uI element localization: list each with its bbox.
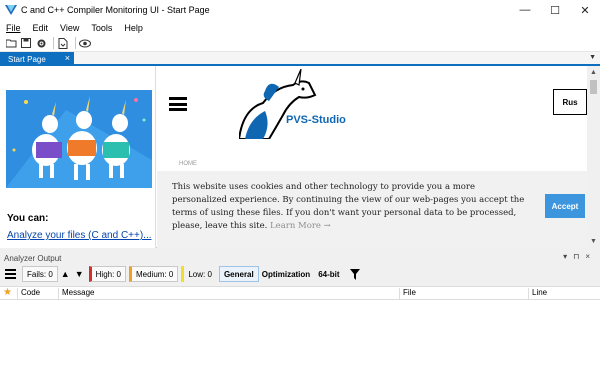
- low-filter-button[interactable]: Low: 0: [181, 266, 216, 282]
- learn-more-link[interactable]: Learn More →: [270, 221, 331, 231]
- menu-bar: File Edit View Tools Help: [0, 20, 600, 35]
- messages-table-body[interactable]: [0, 300, 600, 391]
- high-filter-button[interactable]: High: 0: [88, 266, 126, 282]
- bit64-filter-button[interactable]: 64-bit: [318, 270, 339, 279]
- column-line[interactable]: Line: [528, 288, 547, 300]
- analyzer-output-title: Analyzer Output: [4, 253, 62, 263]
- vertical-scrollbar[interactable]: ▲ ▼: [587, 66, 600, 248]
- favorite-star-icon[interactable]: ★: [0, 287, 12, 299]
- tab-label: Start Page: [8, 54, 46, 64]
- analyze-files-link[interactable]: Analyze your files (C and C++)...: [7, 230, 152, 241]
- column-code[interactable]: Code: [17, 288, 40, 300]
- filter-icon[interactable]: [349, 268, 360, 280]
- arrow-up-icon[interactable]: ▲: [61, 269, 70, 279]
- tab-dropdown-icon[interactable]: ▼: [589, 54, 596, 61]
- tab-start-page[interactable]: Start Page ×: [0, 52, 74, 66]
- medium-filter-button[interactable]: Medium: 0: [129, 266, 179, 282]
- breadcrumb[interactable]: HOME: [179, 161, 197, 167]
- open-document-icon[interactable]: [57, 37, 69, 49]
- panel-controls[interactable]: ▾⊓×: [563, 252, 596, 261]
- scrollbar-thumb[interactable]: [590, 80, 597, 94]
- messages-table-header: ★ Code Message File Line: [0, 286, 600, 300]
- menu-edit[interactable]: Edit: [33, 23, 49, 33]
- view-icon[interactable]: [79, 37, 91, 49]
- you-can-heading: You can:: [7, 213, 49, 224]
- accept-button[interactable]: Accept: [545, 194, 585, 218]
- analyzer-output-header: Analyzer Output ▾⊓×: [0, 252, 600, 264]
- cookie-banner: This website uses cookies and other tech…: [157, 171, 587, 248]
- menu-file[interactable]: File: [6, 23, 21, 33]
- cookie-text: This website uses cookies and other tech…: [172, 182, 525, 231]
- web-view: PVS-Studio Rus HOME This website uses co…: [157, 66, 587, 248]
- window-title: C and C++ Compiler Monitoring UI - Start…: [21, 5, 210, 15]
- minimize-button[interactable]: —: [510, 0, 540, 20]
- close-button[interactable]: ✕: [570, 0, 600, 20]
- save-icon[interactable]: [20, 37, 32, 49]
- arrow-down-icon[interactable]: ▼: [75, 269, 84, 279]
- general-filter-button[interactable]: General: [218, 266, 259, 282]
- scroll-up-icon[interactable]: ▲: [587, 69, 600, 76]
- settings-icon[interactable]: [35, 37, 47, 49]
- brand-name: PVS-Studio: [286, 114, 346, 126]
- column-file[interactable]: File: [399, 288, 416, 300]
- menu-view[interactable]: View: [60, 23, 79, 33]
- toolbar-separator: [75, 37, 76, 49]
- analyzer-toolbar: Fails: 0 ▲ ▼ High: 0 Medium: 0 Low: 0 Ge…: [0, 264, 600, 284]
- start-page-sidebar: You can: Analyze your files (C and C++).…: [0, 66, 156, 248]
- toolbar-separator: [53, 37, 54, 49]
- cookie-message: This website uses cookies and other tech…: [172, 181, 532, 233]
- maximize-button[interactable]: ☐: [540, 0, 570, 20]
- unicorn-mascots-image: [6, 90, 152, 188]
- main-toolbar: [0, 35, 600, 52]
- scroll-down-icon[interactable]: ▼: [587, 238, 600, 245]
- unicorn-logo-icon: [239, 69, 317, 139]
- title-bar: C and C++ Compiler Monitoring UI - Start…: [0, 0, 600, 20]
- start-page: You can: Analyze your files (C and C++).…: [0, 66, 600, 248]
- menu-help[interactable]: Help: [124, 23, 143, 33]
- document-tabs: Start Page × ▼: [0, 52, 600, 66]
- menu-tools[interactable]: Tools: [91, 23, 112, 33]
- optimization-filter-button[interactable]: Optimization: [262, 270, 310, 279]
- app-logo-icon: [5, 5, 17, 15]
- fails-filter-button[interactable]: Fails: 0: [22, 266, 58, 282]
- close-tab-icon[interactable]: ×: [65, 53, 70, 63]
- open-folder-icon[interactable]: [5, 37, 17, 49]
- column-message[interactable]: Message: [58, 288, 94, 300]
- menu-lines-icon[interactable]: [5, 269, 16, 279]
- language-button[interactable]: Rus: [553, 89, 587, 115]
- hamburger-menu-icon[interactable]: [169, 97, 187, 111]
